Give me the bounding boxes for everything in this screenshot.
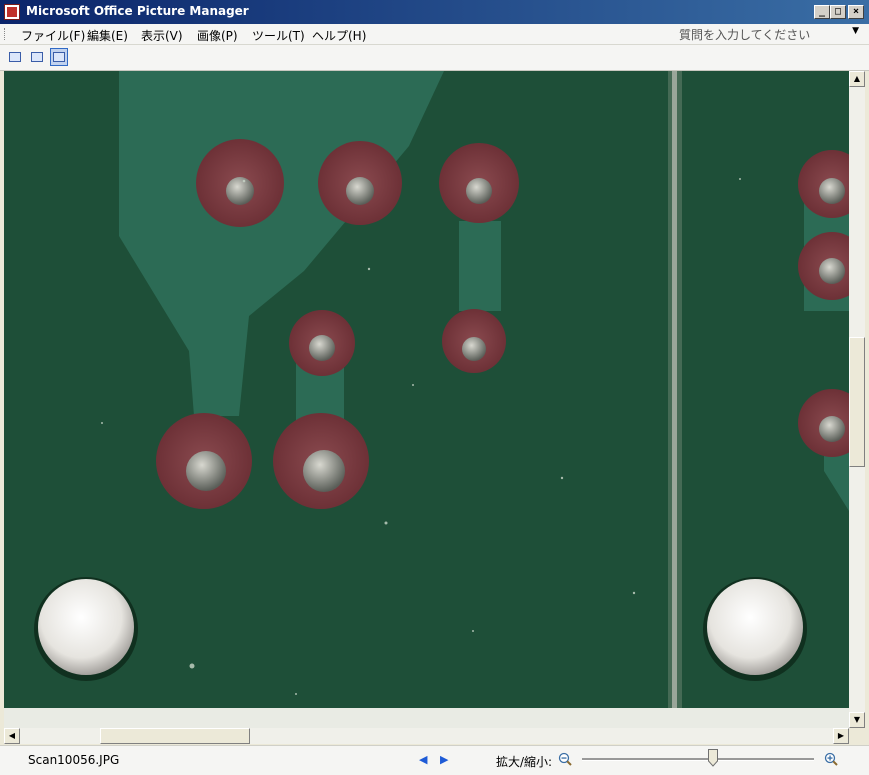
help-question-box[interactable]: 質問を入力してください ▼ [679,26,859,42]
horizontal-scrollbar[interactable]: ◀ ▶ [4,728,849,744]
mounting-hole-right [707,579,803,675]
view-toolbar [0,45,869,71]
single-picture-view-icon [53,52,65,62]
minimize-button[interactable]: _ [814,5,830,19]
horizontal-scroll-thumb[interactable] [100,728,250,744]
zoom-slider-thumb[interactable] [708,749,718,767]
thumbnail-view-icon [9,52,21,62]
menu-grip-handle[interactable] [4,28,8,40]
menu-help[interactable]: ヘルプ(H) [312,27,366,44]
scroll-right-arrow-icon[interactable]: ▶ [833,728,849,744]
title-bar: Microsoft Office Picture Manager _ □ × [0,0,869,24]
zoom-label: 拡大/縮小: [496,755,553,769]
picture-viewport[interactable] [4,71,849,728]
mounting-hole-left [38,579,134,675]
zoom-out-icon[interactable] [558,752,572,766]
next-picture-arrow-icon[interactable]: ▶ [440,753,448,766]
scroll-up-arrow-icon[interactable]: ▲ [849,71,865,87]
single-picture-view-button[interactable] [50,48,68,66]
menu-tools[interactable]: ツール(T) [252,27,305,44]
zoom-in-icon[interactable] [824,752,838,766]
menu-picture[interactable]: 画像(P) [197,27,238,44]
help-question-placeholder: 質問を入力してください [679,28,811,42]
menu-view[interactable]: 表示(V) [141,27,183,44]
help-dropdown-arrow-icon[interactable]: ▼ [852,26,859,36]
menu-file[interactable]: ファイル(F) [21,27,85,44]
filmstrip-view-button[interactable] [28,48,46,66]
picture-manager-app-icon[interactable] [4,4,20,20]
vertical-scroll-thumb[interactable] [849,337,865,467]
status-bar: Scan10056.JPG ◀ ▶ 拡大/縮小: [0,745,869,775]
previous-picture-arrow-icon[interactable]: ◀ [419,753,427,766]
window-title: Microsoft Office Picture Manager [26,4,249,18]
close-button[interactable]: × [848,5,864,19]
maximize-button[interactable]: □ [830,5,846,19]
filmstrip-view-icon [31,52,43,62]
scrollbar-corner [849,728,865,744]
zoom-slider-track[interactable] [582,758,814,761]
thumbnail-view-button[interactable] [6,48,24,66]
menu-edit[interactable]: 編集(E) [87,27,128,44]
vertical-scrollbar[interactable]: ▲ ▼ [849,71,865,728]
current-filename: Scan10056.JPG [28,753,120,767]
scroll-left-arrow-icon[interactable]: ◀ [4,728,20,744]
menu-bar: ファイル(F) 編集(E) 表示(V) 画像(P) ツール(T) ヘルプ(H) … [0,24,869,45]
pcb-scan-image [4,71,849,728]
scroll-down-arrow-icon[interactable]: ▼ [849,712,865,728]
